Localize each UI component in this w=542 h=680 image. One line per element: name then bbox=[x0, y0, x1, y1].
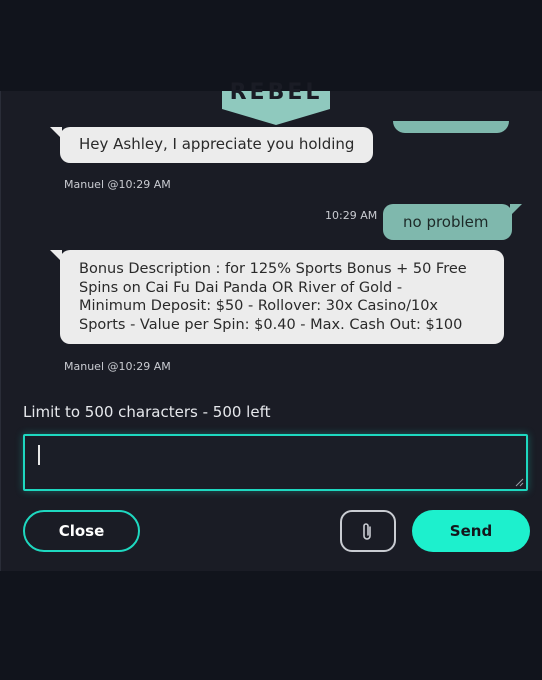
message-line: Minimum Deposit: $50 - Rollover: 30x Cas… bbox=[79, 298, 438, 314]
message-input[interactable] bbox=[23, 434, 528, 491]
send-button[interactable]: Send bbox=[412, 510, 530, 552]
message-meta: Manuel @10:29 AM bbox=[64, 178, 171, 191]
resize-grip-icon[interactable] bbox=[515, 478, 524, 487]
message-line: Bonus Description : for 125% Sports Bonu… bbox=[79, 261, 467, 277]
message-text: Bonus Description : for 125% Sports Bonu… bbox=[79, 260, 467, 334]
message-text: Hey Ashley, I appreciate you holding bbox=[79, 135, 355, 153]
message-line: Spins on Cai Fu Dai Panda OR River of Go… bbox=[79, 279, 403, 296]
text-caret bbox=[38, 445, 40, 465]
message-text: no problem bbox=[403, 213, 489, 231]
message-meta: Manuel @10:29 AM bbox=[64, 360, 171, 373]
incoming-message-bubble: Hey Ashley, I appreciate you holding bbox=[50, 127, 373, 163]
outgoing-message-bubble: no problem bbox=[383, 204, 522, 240]
paperclip-icon bbox=[363, 523, 371, 540]
close-button[interactable]: Close bbox=[23, 510, 140, 552]
bubble-tail bbox=[50, 250, 62, 262]
brand-logo: REBEL bbox=[229, 80, 323, 105]
character-limit-text: Limit to 500 characters - 500 left bbox=[23, 403, 271, 421]
incoming-message-bubble: Bonus Description : for 125% Sports Bonu… bbox=[50, 250, 504, 344]
attach-button[interactable] bbox=[340, 510, 396, 552]
bubble-tail bbox=[50, 127, 62, 139]
chat-screen: REBEL Hey Ashley, I appreciate you holdi… bbox=[0, 0, 542, 680]
message-time: 10:29 AM bbox=[325, 209, 378, 222]
message-line: Sports - Value per Spin: $0.40 - Max. Ca… bbox=[79, 316, 463, 333]
bubble-tail bbox=[510, 204, 522, 216]
brand-logo-tip bbox=[222, 109, 330, 125]
previous-outgoing-bubble bbox=[393, 121, 509, 133]
